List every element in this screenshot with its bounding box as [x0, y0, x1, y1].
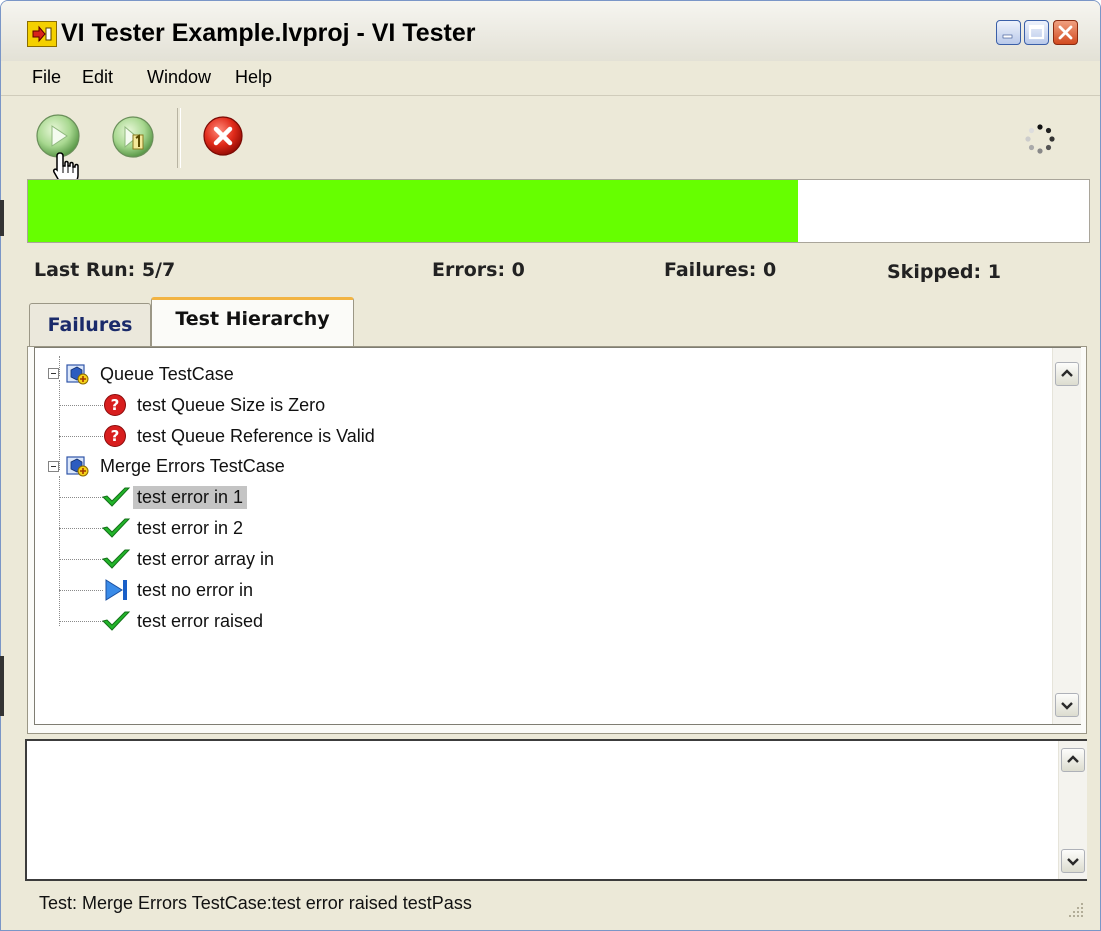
testcase-icon — [66, 456, 89, 477]
tree-group-label: Merge Errors TestCase — [100, 455, 285, 476]
tree-connector — [59, 476, 60, 626]
maximize-button[interactable] — [1024, 20, 1049, 45]
tree-item[interactable]: test error in 2 — [101, 514, 247, 542]
tree-connector — [59, 380, 60, 470]
tree-connector — [59, 356, 60, 376]
tree-item-label: test error array in — [137, 548, 275, 569]
labview-app-icon — [27, 21, 57, 47]
minimize-icon — [1002, 34, 1013, 39]
test-detail-panel[interactable] — [25, 739, 1087, 881]
toolbar — [1, 96, 1100, 185]
tree-connector — [59, 559, 103, 560]
resize-grip-icon[interactable] — [1067, 901, 1085, 919]
tree-item[interactable]: ? test Queue Reference is Valid — [103, 422, 379, 450]
run-selected-icon — [112, 116, 154, 158]
detail-scrollbar[interactable] — [1058, 741, 1087, 879]
pass-check-icon — [102, 611, 131, 631]
tree-item[interactable]: ? test Queue Size is Zero — [103, 391, 329, 419]
status-text: Test: Merge Errors TestCase:test error r… — [39, 893, 472, 913]
result-tabs: Failures Test Hierarchy — [27, 297, 1087, 347]
tree-group[interactable]: Queue TestCase — [66, 360, 238, 388]
tree-connector — [59, 528, 103, 529]
last-run-label: Last Run: 5/7 — [34, 259, 176, 281]
tree-connector — [59, 621, 103, 622]
vi-tester-window: VI Tester Example.lvproj - VI Tester Fil… — [0, 0, 1101, 931]
skipped-icon — [105, 579, 127, 601]
spinner-icon — [1024, 123, 1056, 159]
tree-group[interactable]: Merge Errors TestCase — [66, 452, 289, 480]
skipped-count: Skipped: 1 — [887, 261, 1001, 283]
error-status-icon: ? — [104, 394, 126, 416]
menu-window[interactable]: Window — [147, 67, 211, 88]
close-icon — [1058, 25, 1073, 40]
maximize-icon — [1028, 24, 1045, 40]
svg-text:?: ? — [111, 396, 120, 414]
close-button[interactable] — [1053, 20, 1078, 45]
test-hierarchy-tree[interactable]: Queue TestCase ? test Queue Size is Zero… — [34, 347, 1081, 725]
run-selected-button[interactable] — [111, 115, 155, 163]
pass-check-icon — [102, 518, 131, 538]
abort-icon — [203, 116, 243, 156]
collapse-toggle[interactable] — [48, 368, 59, 379]
svg-text:?: ? — [111, 427, 120, 445]
error-status-icon: ? — [104, 425, 126, 447]
tree-group-label: Queue TestCase — [100, 363, 234, 384]
tab-failures[interactable]: Failures — [29, 303, 151, 347]
menu-file[interactable]: File — [32, 67, 61, 88]
scroll-up-button[interactable] — [1061, 748, 1085, 772]
testcase-icon — [66, 364, 89, 385]
tree-item[interactable]: test no error in — [101, 576, 257, 604]
tree-item-label: test error in 1 — [133, 485, 248, 509]
failures-count: Failures: 0 — [664, 259, 777, 281]
tree-connector — [59, 590, 103, 591]
status-bar: Test: Merge Errors TestCase:test error r… — [27, 885, 1087, 921]
menu-edit[interactable]: Edit — [82, 67, 113, 88]
toolbar-separator — [177, 108, 181, 168]
minimize-button[interactable] — [996, 20, 1021, 45]
test-progress-bar — [27, 179, 1090, 243]
tree-connector — [59, 405, 103, 406]
tree-item-label: test Queue Reference is Valid — [137, 425, 375, 446]
tree-item[interactable]: test error array in — [101, 545, 278, 573]
window-title: VI Tester Example.lvproj - VI Tester — [61, 19, 476, 47]
edge-mark — [0, 656, 4, 716]
tree-item-label: test no error in — [137, 579, 254, 600]
tree-connector — [59, 436, 103, 437]
collapse-toggle[interactable] — [48, 461, 59, 472]
scroll-down-button[interactable] — [1055, 693, 1079, 717]
tree-item[interactable]: test error in 1 — [101, 483, 248, 511]
title-bar[interactable]: VI Tester Example.lvproj - VI Tester — [1, 1, 1100, 62]
tree-item-label: test error in 2 — [137, 517, 244, 538]
tab-test-hierarchy[interactable]: Test Hierarchy — [151, 297, 354, 347]
chevron-up-icon — [1067, 755, 1079, 763]
tree-scrollbar[interactable] — [1052, 348, 1081, 724]
tree-item-label: test Queue Size is Zero — [137, 394, 326, 415]
scroll-down-button[interactable] — [1061, 849, 1085, 873]
chevron-up-icon — [1061, 369, 1073, 377]
scroll-up-button[interactable] — [1055, 362, 1079, 386]
pass-check-icon — [102, 487, 131, 507]
abort-button[interactable] — [201, 114, 245, 162]
errors-count: Errors: 0 — [432, 259, 525, 281]
chevron-down-icon — [1067, 858, 1079, 866]
edge-mark — [0, 200, 4, 236]
chevron-down-icon — [1061, 702, 1073, 710]
menu-help[interactable]: Help — [235, 67, 272, 88]
progress-fill — [28, 180, 799, 242]
tree-item[interactable]: test error raised — [101, 607, 267, 635]
pass-check-icon — [102, 549, 131, 569]
menu-bar: File Edit Window Help — [1, 61, 1100, 96]
tree-item-label: test error raised — [137, 610, 264, 631]
tree-connector — [59, 497, 103, 498]
